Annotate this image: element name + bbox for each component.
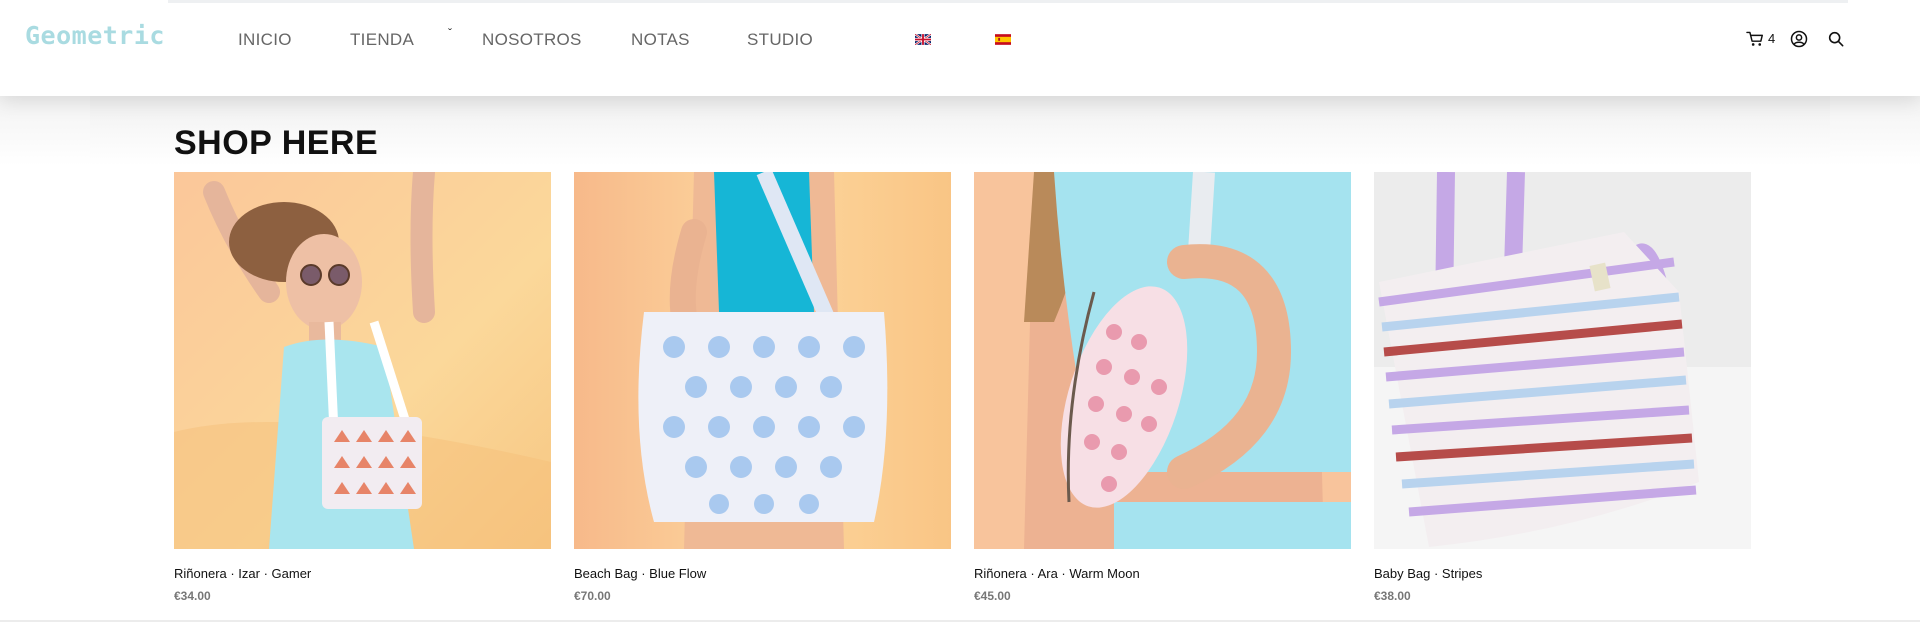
cart-icon[interactable] [1746, 31, 1764, 47]
product-card[interactable]: Riñonera · Ara · Warm Moon €45.00 [974, 172, 1351, 603]
product-price: €34.00 [174, 589, 211, 603]
nav-item-notas[interactable]: NOTAS [631, 30, 690, 50]
product-card[interactable]: Riñonera · Izar · Gamer €34.00 [174, 172, 551, 603]
shadow-edge-left [0, 96, 90, 166]
product-price: €70.00 [574, 589, 611, 603]
nav-item-nosotros[interactable]: NOSOTROS [482, 30, 582, 50]
account-icon[interactable] [1790, 30, 1808, 48]
product-price: €38.00 [1374, 589, 1411, 603]
product-price: €45.00 [974, 589, 1011, 603]
nav-item-inicio[interactable]: INICIO [238, 30, 292, 50]
product-name[interactable]: Beach Bag · Blue Flow [574, 566, 706, 581]
product-image[interactable] [174, 172, 551, 549]
product-name[interactable]: Riñonera · Izar · Gamer [174, 566, 311, 581]
product-image[interactable] [974, 172, 1351, 549]
product-card[interactable]: Baby Bag · Stripes €38.00 [1374, 172, 1751, 603]
chevron-down-icon[interactable]: ˇ [448, 26, 452, 40]
site-logo[interactable]: Geometric [25, 21, 165, 50]
section-title: SHOP HERE [174, 124, 379, 162]
spain-flag-icon[interactable] [995, 34, 1011, 45]
product-name[interactable]: Riñonera · Ara · Warm Moon [974, 566, 1140, 581]
product-card[interactable]: Beach Bag · Blue Flow €70.00 [574, 172, 951, 603]
search-icon[interactable] [1828, 31, 1844, 47]
site-header: Geometric INICIO TIENDA ˇ NOSOTROS NOTAS… [0, 0, 1920, 96]
nav-item-studio[interactable]: STUDIO [747, 30, 813, 50]
product-image[interactable] [1374, 172, 1751, 549]
cart-count-badge[interactable]: 4 [1768, 31, 1775, 46]
shadow-edge-right [1830, 96, 1920, 166]
product-grid: Riñonera · Izar · Gamer €34.00 Beach Bag… [174, 172, 1754, 612]
product-name[interactable]: Baby Bag · Stripes [1374, 566, 1482, 581]
product-image[interactable] [574, 172, 951, 549]
header-top-border [168, 0, 1848, 3]
nav-item-tienda[interactable]: TIENDA [350, 30, 414, 50]
uk-flag-icon[interactable] [915, 34, 931, 45]
